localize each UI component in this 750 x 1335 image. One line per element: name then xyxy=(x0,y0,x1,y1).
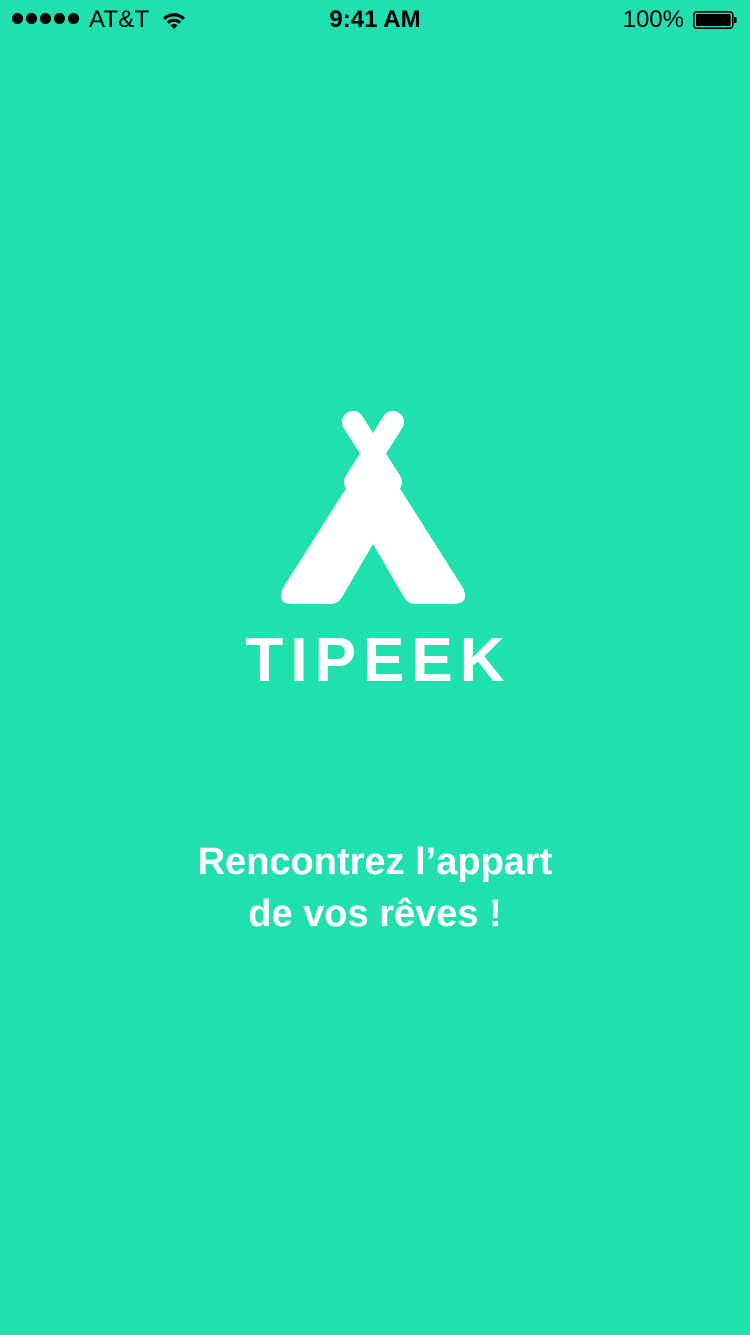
tagline: Rencontrez l’appart de vos rêves ! xyxy=(0,836,750,940)
battery-percent: 100% xyxy=(622,6,684,33)
battery-icon xyxy=(693,11,737,29)
brand-name: TIPEEK xyxy=(245,626,512,695)
tipi-tent-icon xyxy=(280,411,466,604)
status-bar: AT&T 9:41 AM 100% xyxy=(0,0,750,40)
tagline-line-1: Rencontrez l’appart xyxy=(197,841,553,883)
tagline-line-2: de vos rêves ! xyxy=(248,893,502,935)
